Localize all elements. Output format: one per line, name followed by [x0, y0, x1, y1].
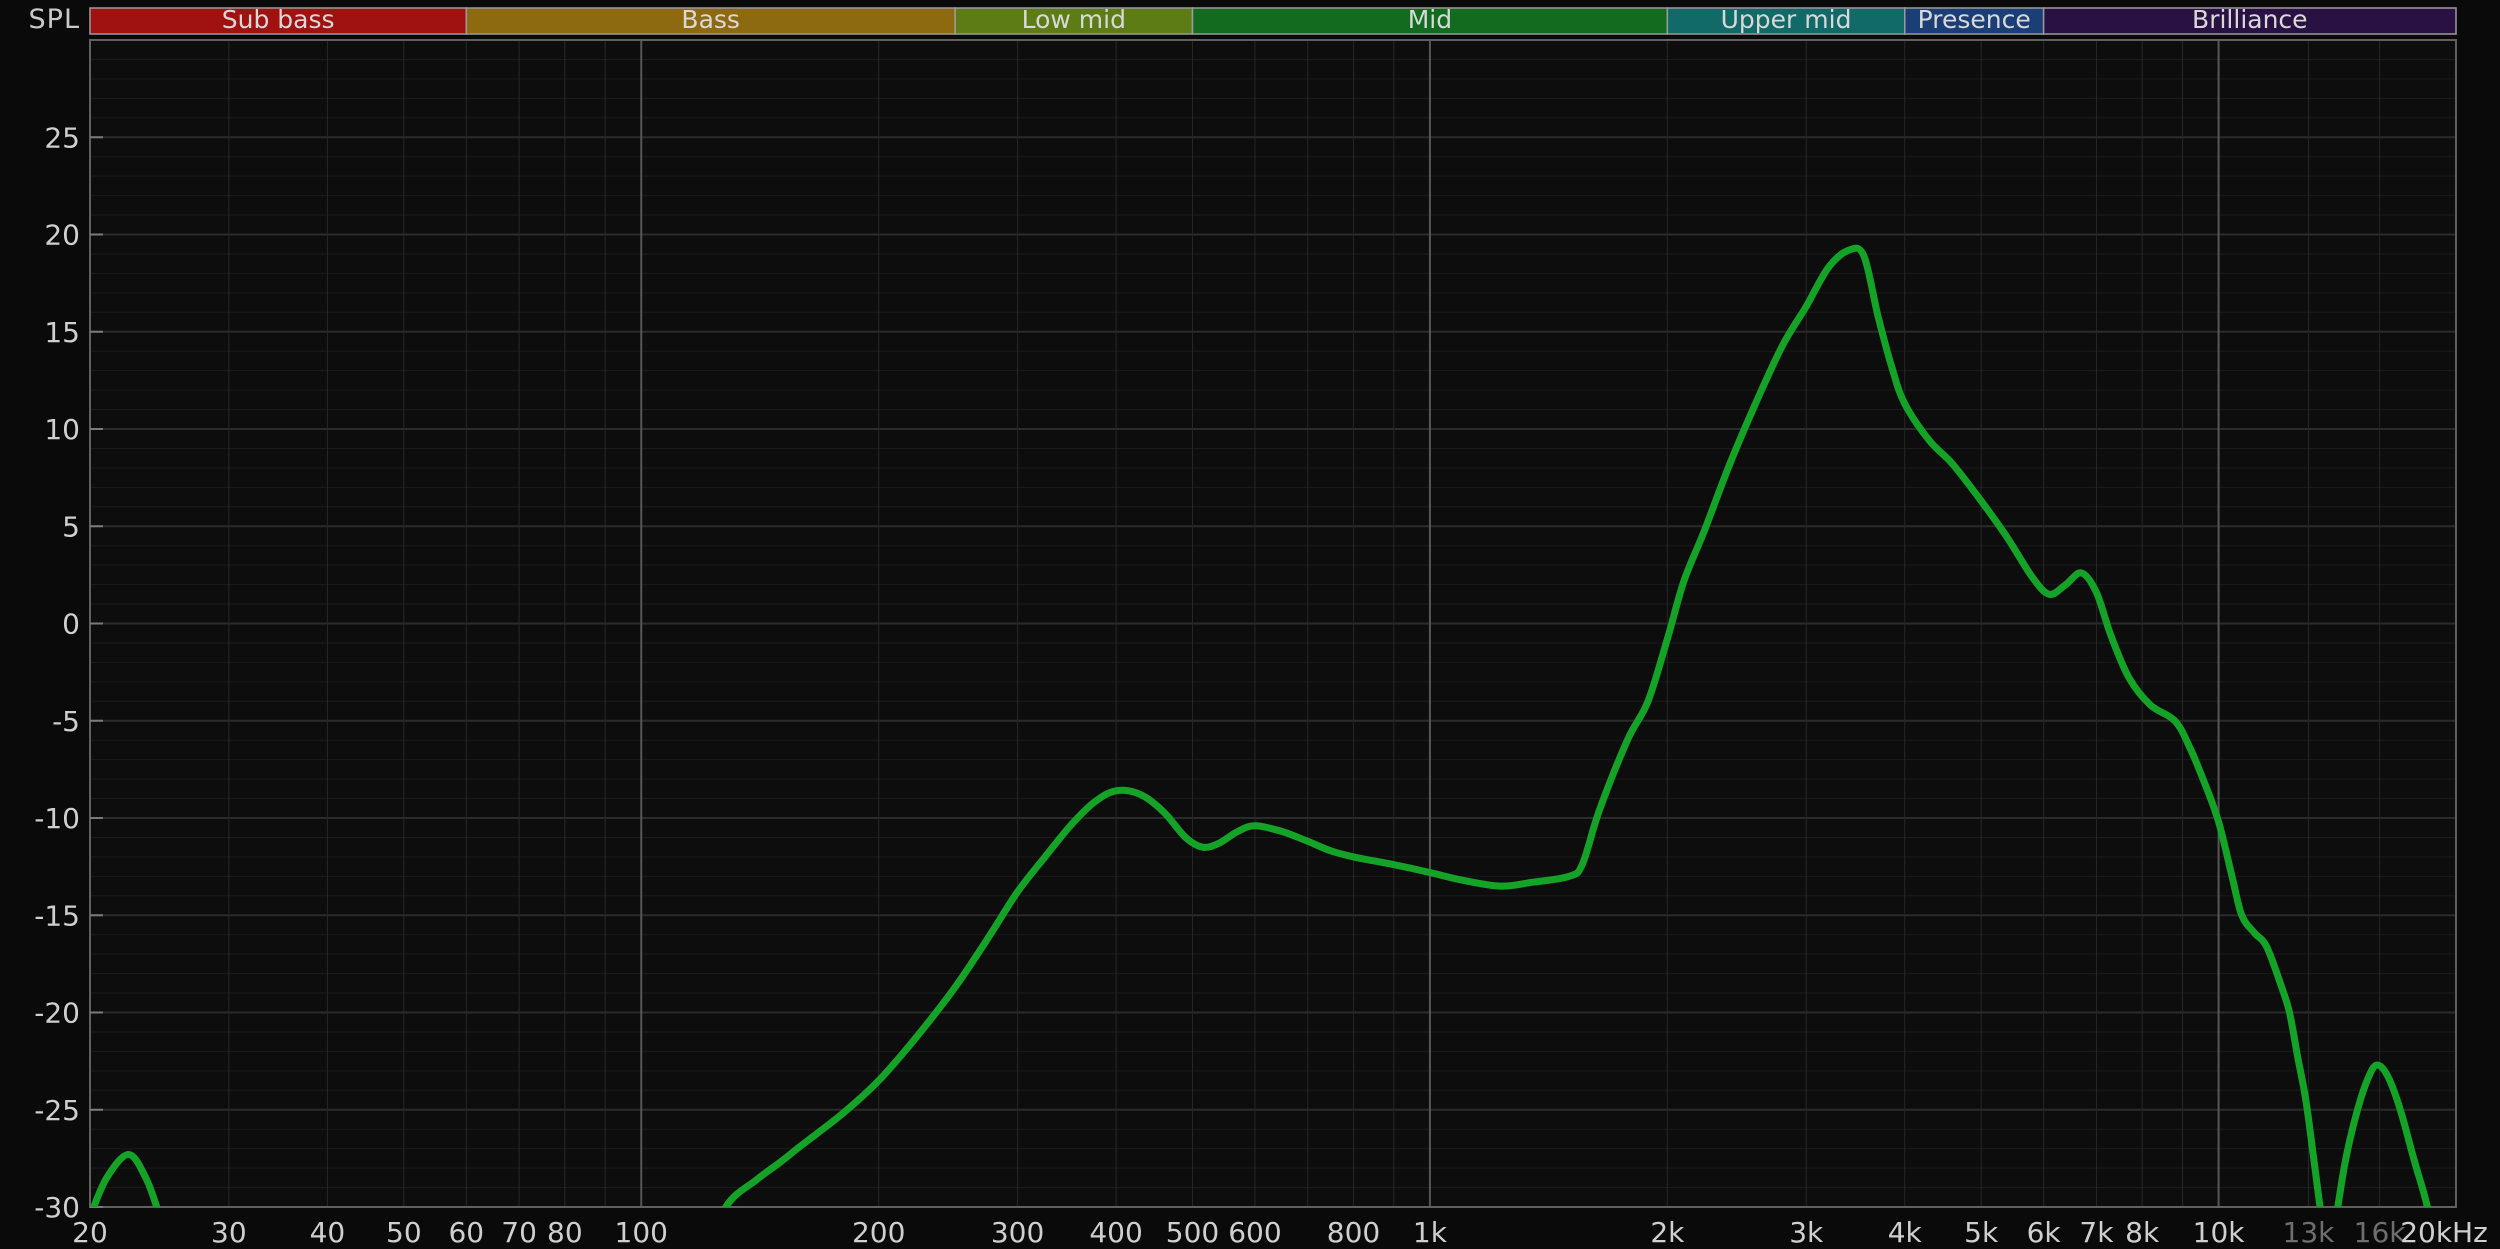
band-button-label: Sub bass	[222, 5, 335, 34]
x-axis-label: 20	[72, 1216, 108, 1249]
band-button-label: Presence	[1918, 5, 2031, 34]
x-axis-label: 6k	[2027, 1216, 2062, 1249]
x-axis-label: 5k	[1964, 1216, 1999, 1249]
x-axis-label: 7k	[2079, 1216, 2114, 1249]
x-axis-label: 70	[501, 1216, 537, 1249]
x-axis-label: 30	[211, 1216, 247, 1249]
x-axis-label: 50	[386, 1216, 422, 1249]
x-axis-label: 16k	[2354, 1216, 2407, 1249]
x-axis-label: 4k	[1888, 1216, 1923, 1249]
band-button-low-mid[interactable]: Low mid	[954, 5, 1194, 35]
band-button-label: Mid	[1408, 5, 1452, 34]
y-axis-label: 20	[44, 219, 80, 252]
y-axis-label: 0	[62, 608, 80, 641]
x-axis-label: 40	[310, 1216, 346, 1249]
frequency-analyzer-window: 25 20 15 10 5 0 -5 -10 -15 -20 -25 -30 20 30 40 50 60 70 8…	[0, 0, 2500, 1249]
band-button-label: Upper mid	[1721, 5, 1852, 34]
y-axis-label: 15	[44, 316, 80, 349]
x-axis-label: 8k	[2125, 1216, 2160, 1249]
x-axis-label: 200	[852, 1216, 905, 1249]
band-button-upper-mid[interactable]: Upper mid	[1666, 5, 1906, 35]
band-button-label: Brilliance	[2192, 5, 2308, 34]
y-axis-label: -5	[52, 705, 80, 738]
y-axis-label: -15	[34, 899, 80, 932]
y-axis-label: 5	[62, 510, 80, 543]
x-axis-label: 100	[615, 1216, 668, 1249]
x-axis-label: 800	[1327, 1216, 1380, 1249]
band-button-mid[interactable]: Mid	[1191, 5, 1669, 35]
y-axis-label: -20	[34, 997, 80, 1030]
x-axis-label: 400	[1089, 1216, 1142, 1249]
band-button-brilliance[interactable]: Brilliance	[2042, 5, 2457, 35]
x-axis-label: 500	[1166, 1216, 1219, 1249]
x-axis-label: 1k	[1413, 1216, 1448, 1249]
x-axis-label: 80	[547, 1216, 583, 1249]
spl-axis-title: SPL	[28, 4, 80, 35]
x-axis-label: 20kHz	[2400, 1216, 2488, 1249]
x-axis-label: 60	[448, 1216, 484, 1249]
x-axis-label: 10k	[2193, 1216, 2246, 1249]
x-axis-label: 13k	[2283, 1216, 2336, 1249]
spl-frequency-chart: 2520151050-5-10-15-20-25-3020 30 40 50 60 70 8…	[34, 5, 2488, 1249]
y-axis-label: -10	[34, 802, 80, 835]
x-axis-label: 2k	[1650, 1216, 1685, 1249]
band-button-sub-bass[interactable]: Sub bass	[89, 5, 468, 35]
band-button-label: Bass	[681, 5, 740, 34]
band-button-bass[interactable]: Bass	[465, 5, 956, 35]
x-axis-label: 3k	[1789, 1216, 1824, 1249]
y-axis-label: 25	[44, 121, 80, 154]
band-button-presence[interactable]: Presence	[1903, 5, 2045, 35]
y-axis-label: -25	[34, 1094, 80, 1127]
x-axis-label: 600	[1228, 1216, 1281, 1249]
band-button-label: Low mid	[1022, 5, 1126, 34]
x-axis-label: 300	[991, 1216, 1044, 1249]
y-axis-label: 10	[44, 413, 80, 446]
